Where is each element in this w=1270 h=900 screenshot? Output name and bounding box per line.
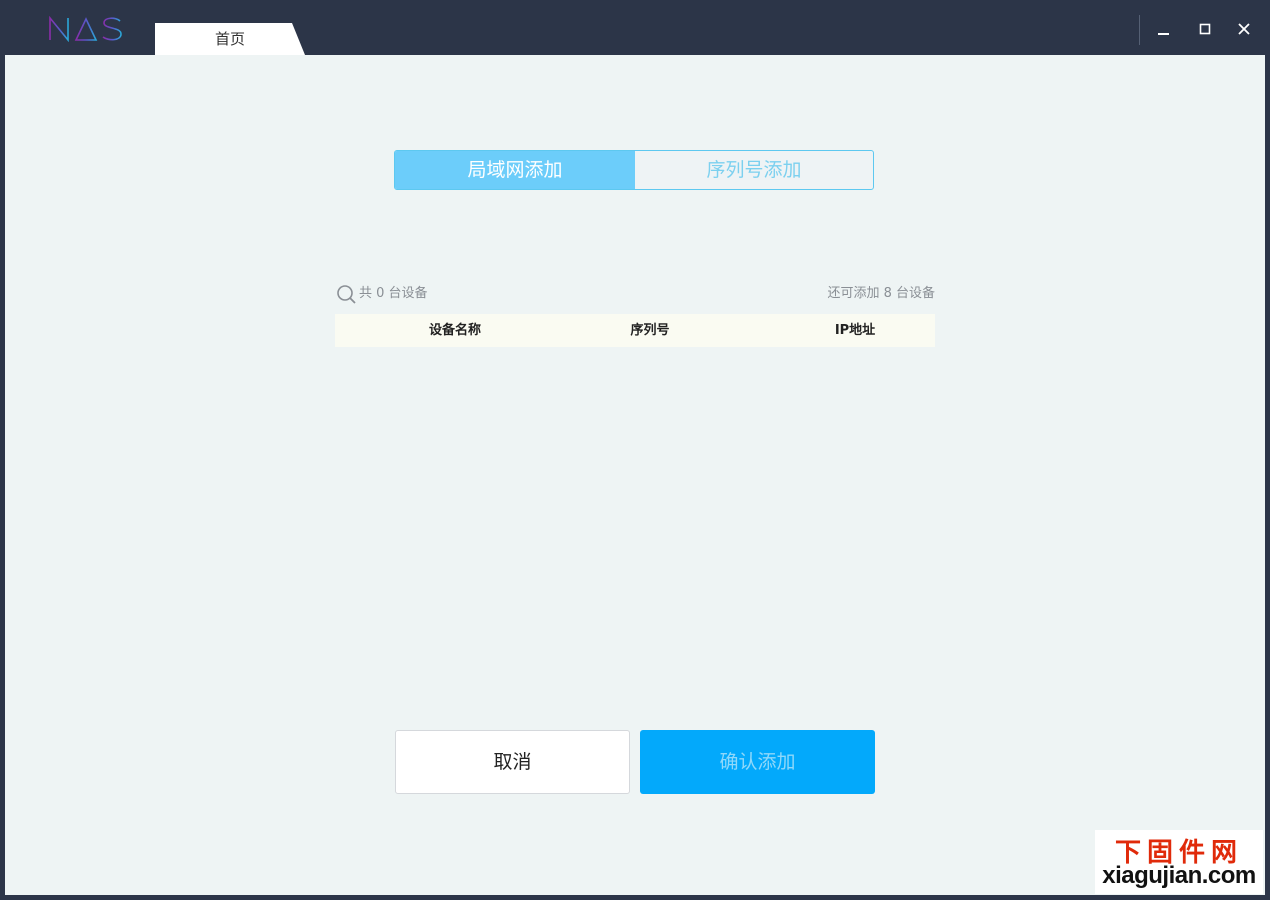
watermark-en: xiagujian.com bbox=[1102, 862, 1256, 889]
confirm-add-button[interactable]: 确认添加 bbox=[640, 730, 875, 794]
minimize-button[interactable] bbox=[1152, 18, 1176, 42]
cancel-button[interactable]: 取消 bbox=[395, 730, 630, 794]
tab-home-label: 首页 bbox=[214, 30, 245, 48]
tab-serial-add[interactable]: 序列号添加 bbox=[635, 151, 873, 189]
remaining-count: 还可添加 8 台设备 bbox=[827, 286, 935, 301]
add-mode-switch: 局域网添加 序列号添加 bbox=[394, 150, 874, 190]
maximize-icon bbox=[1199, 23, 1211, 35]
column-ip: IP地址 bbox=[834, 323, 876, 338]
close-icon bbox=[1238, 23, 1250, 35]
tab-home[interactable]: 首页 bbox=[155, 23, 305, 55]
title-bar: 首页 bbox=[0, 0, 1270, 55]
nas-logo bbox=[48, 15, 124, 43]
watermark: 下固件网 xiagujian.com bbox=[1095, 830, 1263, 894]
device-count: 共 0 台设备 bbox=[359, 286, 428, 301]
maximize-button[interactable] bbox=[1193, 18, 1217, 42]
tab-lan-add[interactable]: 局域网添加 bbox=[395, 151, 635, 189]
device-list-toolbar: 共 0 台设备 还可添加 8 台设备 bbox=[335, 283, 935, 305]
main-content: 局域网添加 序列号添加 共 0 台设备 还可添加 8 台设备 设备名称 序列号 … bbox=[5, 55, 1265, 895]
column-serial: 序列号 bbox=[630, 323, 670, 338]
titlebar-separator bbox=[1139, 15, 1140, 45]
column-device-name: 设备名称 bbox=[428, 323, 481, 338]
device-table-header: 设备名称 序列号 IP地址 bbox=[335, 314, 935, 347]
close-button[interactable] bbox=[1232, 18, 1256, 42]
search-icon[interactable] bbox=[335, 283, 357, 305]
minimize-icon bbox=[1158, 33, 1169, 35]
